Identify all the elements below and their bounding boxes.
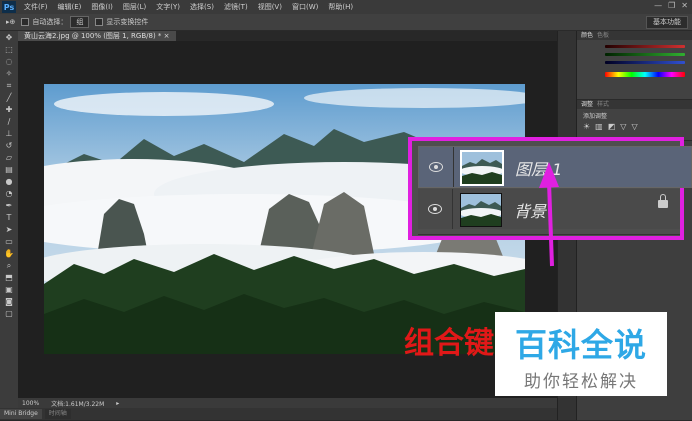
doc-size-info: 文档:1.61M/3.22M — [51, 400, 105, 408]
menu-file[interactable]: 文件(F) — [19, 2, 53, 12]
show-transform-label: 显示变换控件 — [106, 18, 149, 26]
close-icon[interactable]: ✕ — [681, 1, 688, 10]
quick-mask-icon[interactable]: ◙ — [2, 296, 16, 307]
bottom-panel-tabs: Mini Bridge 时间轴 — [0, 408, 557, 420]
menu-select[interactable]: 选择(S) — [185, 2, 219, 12]
color-panel-tabs: 颜色 色板 — [577, 31, 692, 40]
options-bar: ▸⊕ 自动选择： 组 显示变换控件 基本功能 — [0, 14, 692, 31]
status-arrow-icon[interactable]: ▸ — [116, 400, 119, 407]
shape-tool-icon[interactable]: ▭ — [2, 236, 16, 247]
watermark-title: 百科全说 — [514, 326, 647, 364]
menu-bar: Ps 文件(F) 编辑(E) 图像(I) 图层(L) 文字(Y) 选择(S) 滤… — [0, 0, 692, 14]
adjustments-panel: 调整 样式 添加调整 ☀ ▥ ◩ ▽ ▽ — [577, 100, 692, 141]
brightness-icon[interactable]: ☀ — [583, 122, 590, 131]
menu-filter[interactable]: 滤镜(T) — [219, 2, 253, 12]
eye-icon — [429, 162, 443, 172]
blur-tool-icon[interactable]: ● — [2, 176, 16, 187]
background-visibility[interactable] — [418, 189, 453, 229]
lock-icon — [658, 194, 668, 208]
history-brush-icon[interactable]: ↺ — [2, 140, 16, 151]
tab-color[interactable]: 颜色 — [581, 31, 593, 40]
auto-select-checkbox[interactable] — [21, 18, 30, 26]
move-tool-icon[interactable]: ✥ — [2, 32, 16, 43]
brush-tool-icon[interactable]: ∕ — [2, 116, 16, 127]
lasso-tool-icon[interactable]: ◌ — [2, 56, 16, 67]
menu-layer[interactable]: 图层(L) — [118, 2, 151, 12]
tab-timeline[interactable]: 时间轴 — [44, 409, 71, 419]
levels-icon[interactable]: ▥ — [595, 122, 603, 131]
color-ramp[interactable] — [605, 72, 685, 77]
curves-icon[interactable]: ◩ — [608, 122, 616, 131]
show-transform-option[interactable]: 显示变换控件 — [95, 17, 148, 27]
marquee-tool-icon[interactable]: ⬚ — [2, 44, 16, 55]
window-controls: — ❐ ✕ — [654, 1, 688, 10]
gradient-tool-icon[interactable]: ▤ — [2, 164, 16, 175]
dodge-tool-icon[interactable]: ◔ — [2, 188, 16, 199]
pen-tool-icon[interactable]: ✒ — [2, 200, 16, 211]
red-slider[interactable] — [605, 45, 685, 48]
tab-adjustments[interactable]: 调整 — [581, 100, 593, 109]
hand-tool-icon[interactable]: ✋ — [2, 248, 16, 259]
type-tool-icon[interactable]: T — [2, 212, 16, 223]
exposure-icon[interactable]: ▽ — [620, 122, 626, 131]
watermark-subtitle: 助你轻松解决 — [524, 372, 638, 392]
eraser-tool-icon[interactable]: ▱ — [2, 152, 16, 163]
tab-mini-bridge[interactable]: Mini Bridge — [0, 409, 42, 419]
minimize-icon[interactable]: — — [654, 1, 662, 10]
combo-key-text: 组合键 — [404, 326, 494, 361]
document-tab[interactable]: 黄山云海2.jpg @ 100% (图层 1, RGB/8) * × — [18, 31, 176, 41]
layer1-visibility[interactable] — [419, 147, 454, 187]
screen-mode-icon[interactable]: ▢ — [2, 308, 16, 319]
layer1-thumbnail — [460, 150, 504, 186]
background-thumb-image — [461, 194, 501, 226]
auto-select-option[interactable]: 自动选择： 组 — [21, 16, 90, 28]
menu-view[interactable]: 视图(V) — [253, 2, 287, 12]
add-adjustment-label: 添加调整 — [583, 113, 608, 120]
tab-swatches[interactable]: 色板 — [597, 31, 609, 40]
magic-wand-icon[interactable]: ✧ — [2, 68, 16, 79]
move-tool-icon[interactable]: ▸⊕ — [6, 18, 15, 26]
layer1-thumb-image — [462, 152, 502, 184]
toolbox: ✥ ⬚ ◌ ✧ ⌗ ╱ ✚ ∕ ⊥ ↺ ▱ ▤ ● ◔ ✒ T ➤ ▭ ✋ ⌕ … — [0, 31, 19, 420]
adjustment-icons: ☀ ▥ ◩ ▽ ▽ — [577, 122, 692, 131]
annotation-arrow — [539, 162, 559, 267]
path-select-icon[interactable]: ➤ — [2, 224, 16, 235]
menu-help[interactable]: 帮助(H) — [323, 2, 358, 12]
adjustments-panel-tabs: 调整 样式 — [577, 100, 692, 109]
vibrance-icon[interactable]: ▽ — [631, 122, 637, 131]
color-panel: 颜色 色板 — [577, 31, 692, 100]
crop-tool-icon[interactable]: ⌗ — [2, 80, 16, 91]
healing-brush-icon[interactable]: ✚ — [2, 104, 16, 115]
restore-icon[interactable]: ❐ — [668, 1, 675, 10]
background-thumbnail — [460, 193, 502, 227]
tab-styles[interactable]: 样式 — [597, 100, 609, 109]
zoom-tool-icon[interactable]: ⌕ — [2, 260, 16, 271]
green-slider[interactable] — [605, 53, 685, 56]
default-colors-icon[interactable]: ⬒ — [2, 272, 16, 283]
menu-edit[interactable]: 编辑(E) — [53, 2, 87, 12]
auto-select-label: 自动选择： — [32, 18, 68, 26]
auto-select-dropdown[interactable]: 组 — [70, 16, 90, 28]
status-bar: 100% 文档:1.61M/3.22M ▸ — [18, 398, 557, 408]
blue-slider[interactable] — [605, 61, 685, 64]
photoshop-logo: Ps — [2, 1, 16, 13]
zoom-level[interactable]: 100% — [22, 400, 39, 407]
show-transform-checkbox[interactable] — [95, 18, 104, 26]
workspace-dropdown[interactable]: 基本功能 — [646, 16, 688, 29]
menu-type[interactable]: 文字(Y) — [151, 2, 185, 12]
clone-stamp-icon[interactable]: ⊥ — [2, 128, 16, 139]
color-swatch-icon[interactable]: ▣ — [2, 284, 16, 295]
menu-window[interactable]: 窗口(W) — [287, 2, 323, 12]
menu-image[interactable]: 图像(I) — [86, 2, 118, 12]
eye-icon — [428, 204, 442, 214]
watermark-box: 百科全说 助你轻松解决 — [495, 312, 667, 396]
eyedropper-icon[interactable]: ╱ — [2, 92, 16, 103]
